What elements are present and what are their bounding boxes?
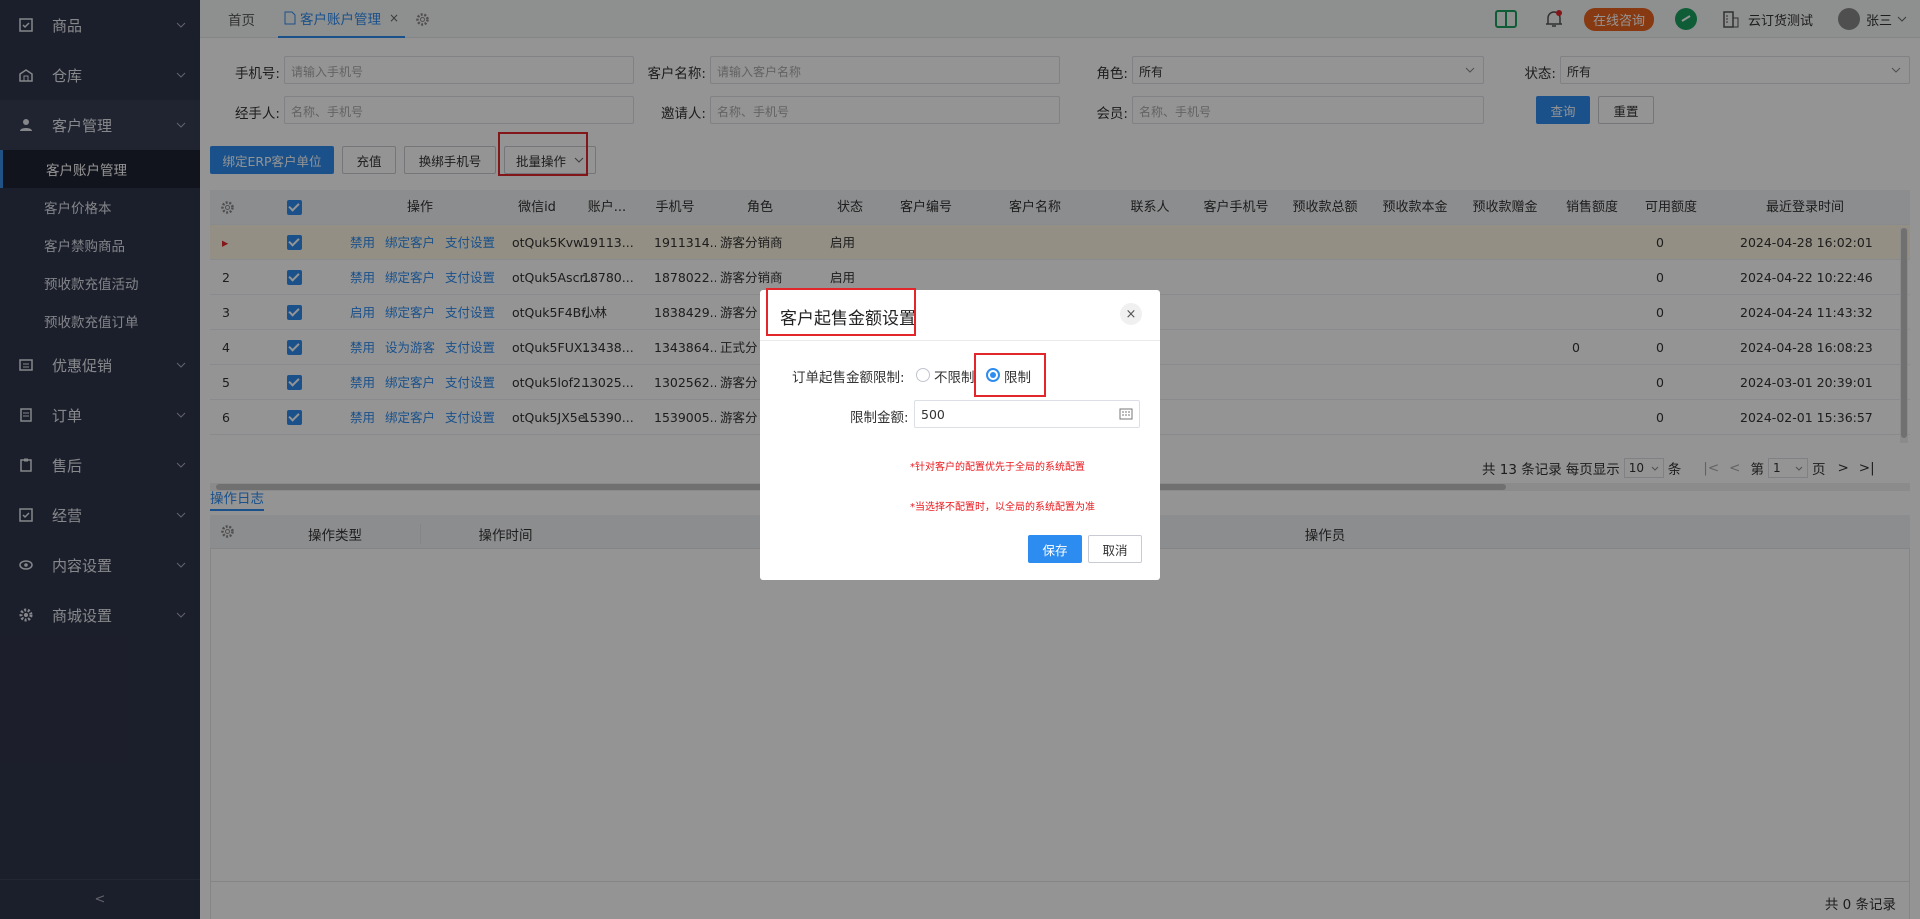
radio-limit-label[interactable]: 限制: [1004, 366, 1031, 386]
amount-input[interactable]: 500: [914, 400, 1140, 428]
limit-label: 订单起售金额限制:: [792, 370, 905, 386]
cancel-button[interactable]: 取消: [1088, 535, 1142, 563]
dialog-divider: [760, 340, 1160, 341]
note-priority: *针对客户的配置优先于全局的系统配置: [910, 462, 1085, 473]
dialog-title: 客户起售金额设置: [780, 309, 916, 329]
amount-label: 限制金额:: [850, 410, 909, 426]
amount-value: 500: [921, 407, 945, 422]
min-order-amount-dialog: 客户起售金额设置 × 订单起售金额限制: 不限制 限制 限制金额: 500 *针…: [760, 288, 1160, 580]
radio-limit[interactable]: [986, 368, 1000, 382]
calculator-icon: [1119, 408, 1133, 420]
radio-unlimited-label[interactable]: 不限制: [934, 366, 975, 386]
save-button[interactable]: 保存: [1028, 535, 1082, 563]
note-default: *当选择不配置时，以全局的系统配置为准: [910, 502, 1095, 513]
radio-unlimited[interactable]: [916, 368, 930, 382]
close-icon[interactable]: ×: [1120, 303, 1142, 325]
